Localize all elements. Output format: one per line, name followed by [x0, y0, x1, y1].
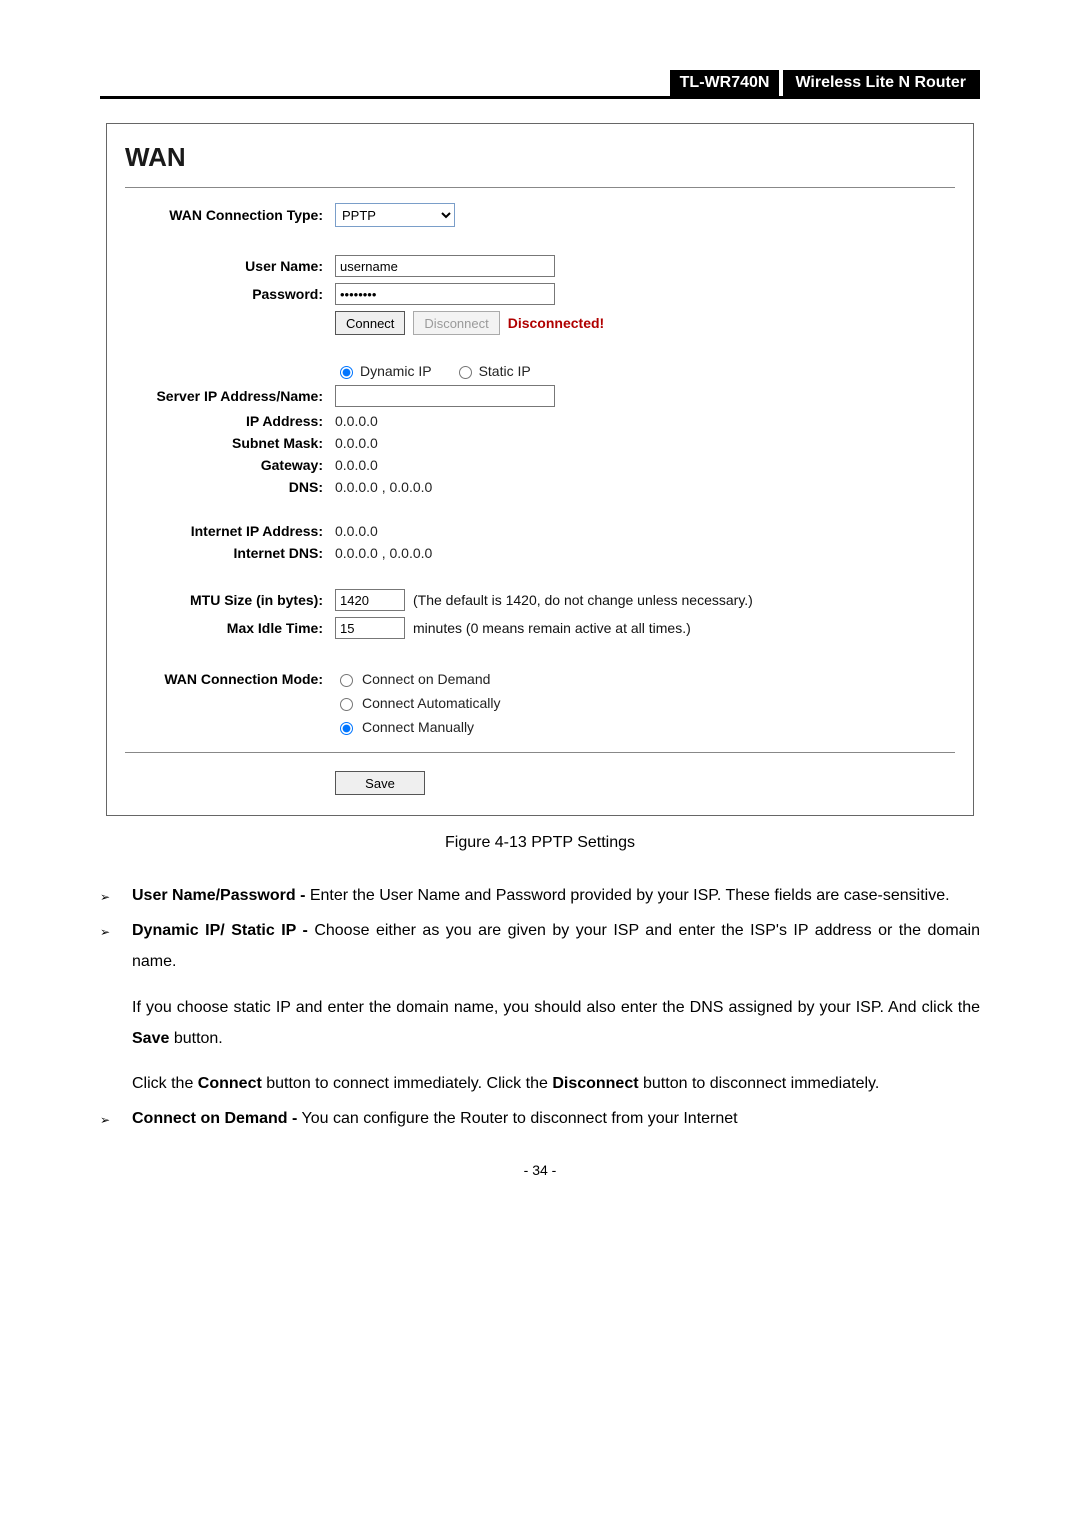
radio-connect-on-demand[interactable]: Connect on Demand [335, 667, 955, 691]
bullet-paragraph: Connect on Demand - You can configure th… [132, 1103, 980, 1134]
value-inet-ip: 0.0.0.0 [335, 523, 378, 539]
value-mask: 0.0.0.0 [335, 435, 378, 451]
value-inet-dns: 0.0.0.0 , 0.0.0.0 [335, 545, 432, 561]
disconnect-button: Disconnect [413, 311, 499, 335]
idle-input[interactable] [335, 617, 405, 639]
bullet-body: Connect on Demand - You can configure th… [132, 1103, 980, 1134]
radio-connect-auto[interactable]: Connect Automatically [335, 691, 955, 715]
label-dns: DNS: [125, 479, 335, 495]
value-gw: 0.0.0.0 [335, 457, 378, 473]
panel-title: WAN [107, 124, 973, 187]
bullet-marker-icon: ➢ [100, 915, 132, 1099]
label-mode: WAN Connection Mode: [125, 667, 335, 687]
label-server: Server IP Address/Name: [125, 388, 335, 404]
figure-caption: Figure 4-13 PPTP Settings [100, 834, 980, 852]
server-ip-input[interactable] [335, 385, 555, 407]
label-inet-dns: Internet DNS: [125, 545, 335, 561]
label-gw: Gateway: [125, 457, 335, 473]
value-ip: 0.0.0.0 [335, 413, 378, 429]
radio-auto-input[interactable] [340, 698, 353, 711]
radio-dynamic-ip[interactable]: Dynamic IP [335, 363, 432, 379]
label-inet-ip: Internet IP Address: [125, 523, 335, 539]
label-password: Password: [125, 286, 335, 302]
radio-static-ip-input[interactable] [459, 366, 472, 379]
divider [125, 752, 955, 753]
page-number: - 34 - [100, 1162, 980, 1178]
bullet-body: User Name/Password - Enter the User Name… [132, 880, 980, 911]
label-idle: Max Idle Time: [125, 620, 335, 636]
doc-header: TL-WR740N Wireless Lite N Router [100, 70, 980, 99]
mtu-input[interactable] [335, 589, 405, 611]
wan-connection-type-select[interactable]: PPTP [335, 203, 455, 227]
bullet-paragraph: User Name/Password - Enter the User Name… [132, 880, 980, 911]
header-desc: Wireless Lite N Router [783, 70, 980, 96]
radio-dynamic-ip-input[interactable] [340, 366, 353, 379]
radio-on-demand-input[interactable] [340, 674, 353, 687]
bullet-paragraph: Click the Connect button to connect imme… [132, 1068, 980, 1099]
radio-manual-input[interactable] [340, 722, 353, 735]
bullet-paragraph: Dynamic IP/ Static IP - Choose either as… [132, 915, 980, 977]
label-ip: IP Address: [125, 413, 335, 429]
bullet-list: ➢User Name/Password - Enter the User Nam… [100, 880, 980, 1134]
bullet-marker-icon: ➢ [100, 1103, 132, 1134]
save-button[interactable]: Save [335, 771, 425, 795]
mtu-note: (The default is 1420, do not change unle… [413, 592, 753, 608]
label-conn-type: WAN Connection Type: [125, 207, 335, 223]
radio-static-ip[interactable]: Static IP [454, 363, 531, 379]
username-input[interactable] [335, 255, 555, 277]
header-model: TL-WR740N [670, 70, 780, 96]
list-item: ➢Dynamic IP/ Static IP - Choose either a… [100, 915, 980, 1099]
radio-connect-manual[interactable]: Connect Manually [335, 715, 955, 739]
password-input[interactable] [335, 283, 555, 305]
idle-note: minutes (0 means remain active at all ti… [413, 620, 691, 636]
value-dns: 0.0.0.0 , 0.0.0.0 [335, 479, 432, 495]
label-mask: Subnet Mask: [125, 435, 335, 451]
bullet-paragraph: If you choose static IP and enter the do… [132, 992, 980, 1054]
connection-status: Disconnected! [508, 315, 604, 331]
wan-settings-panel: WAN WAN Connection Type: PPTP User Name:… [106, 123, 974, 816]
bullet-marker-icon: ➢ [100, 880, 132, 911]
connect-button[interactable]: Connect [335, 311, 405, 335]
list-item: ➢User Name/Password - Enter the User Nam… [100, 880, 980, 911]
ip-mode-radios: Dynamic IP Static IP [335, 363, 955, 379]
label-mtu: MTU Size (in bytes): [125, 592, 335, 608]
divider [125, 187, 955, 188]
list-item: ➢Connect on Demand - You can configure t… [100, 1103, 980, 1134]
bullet-body: Dynamic IP/ Static IP - Choose either as… [132, 915, 980, 1099]
label-username: User Name: [125, 258, 335, 274]
